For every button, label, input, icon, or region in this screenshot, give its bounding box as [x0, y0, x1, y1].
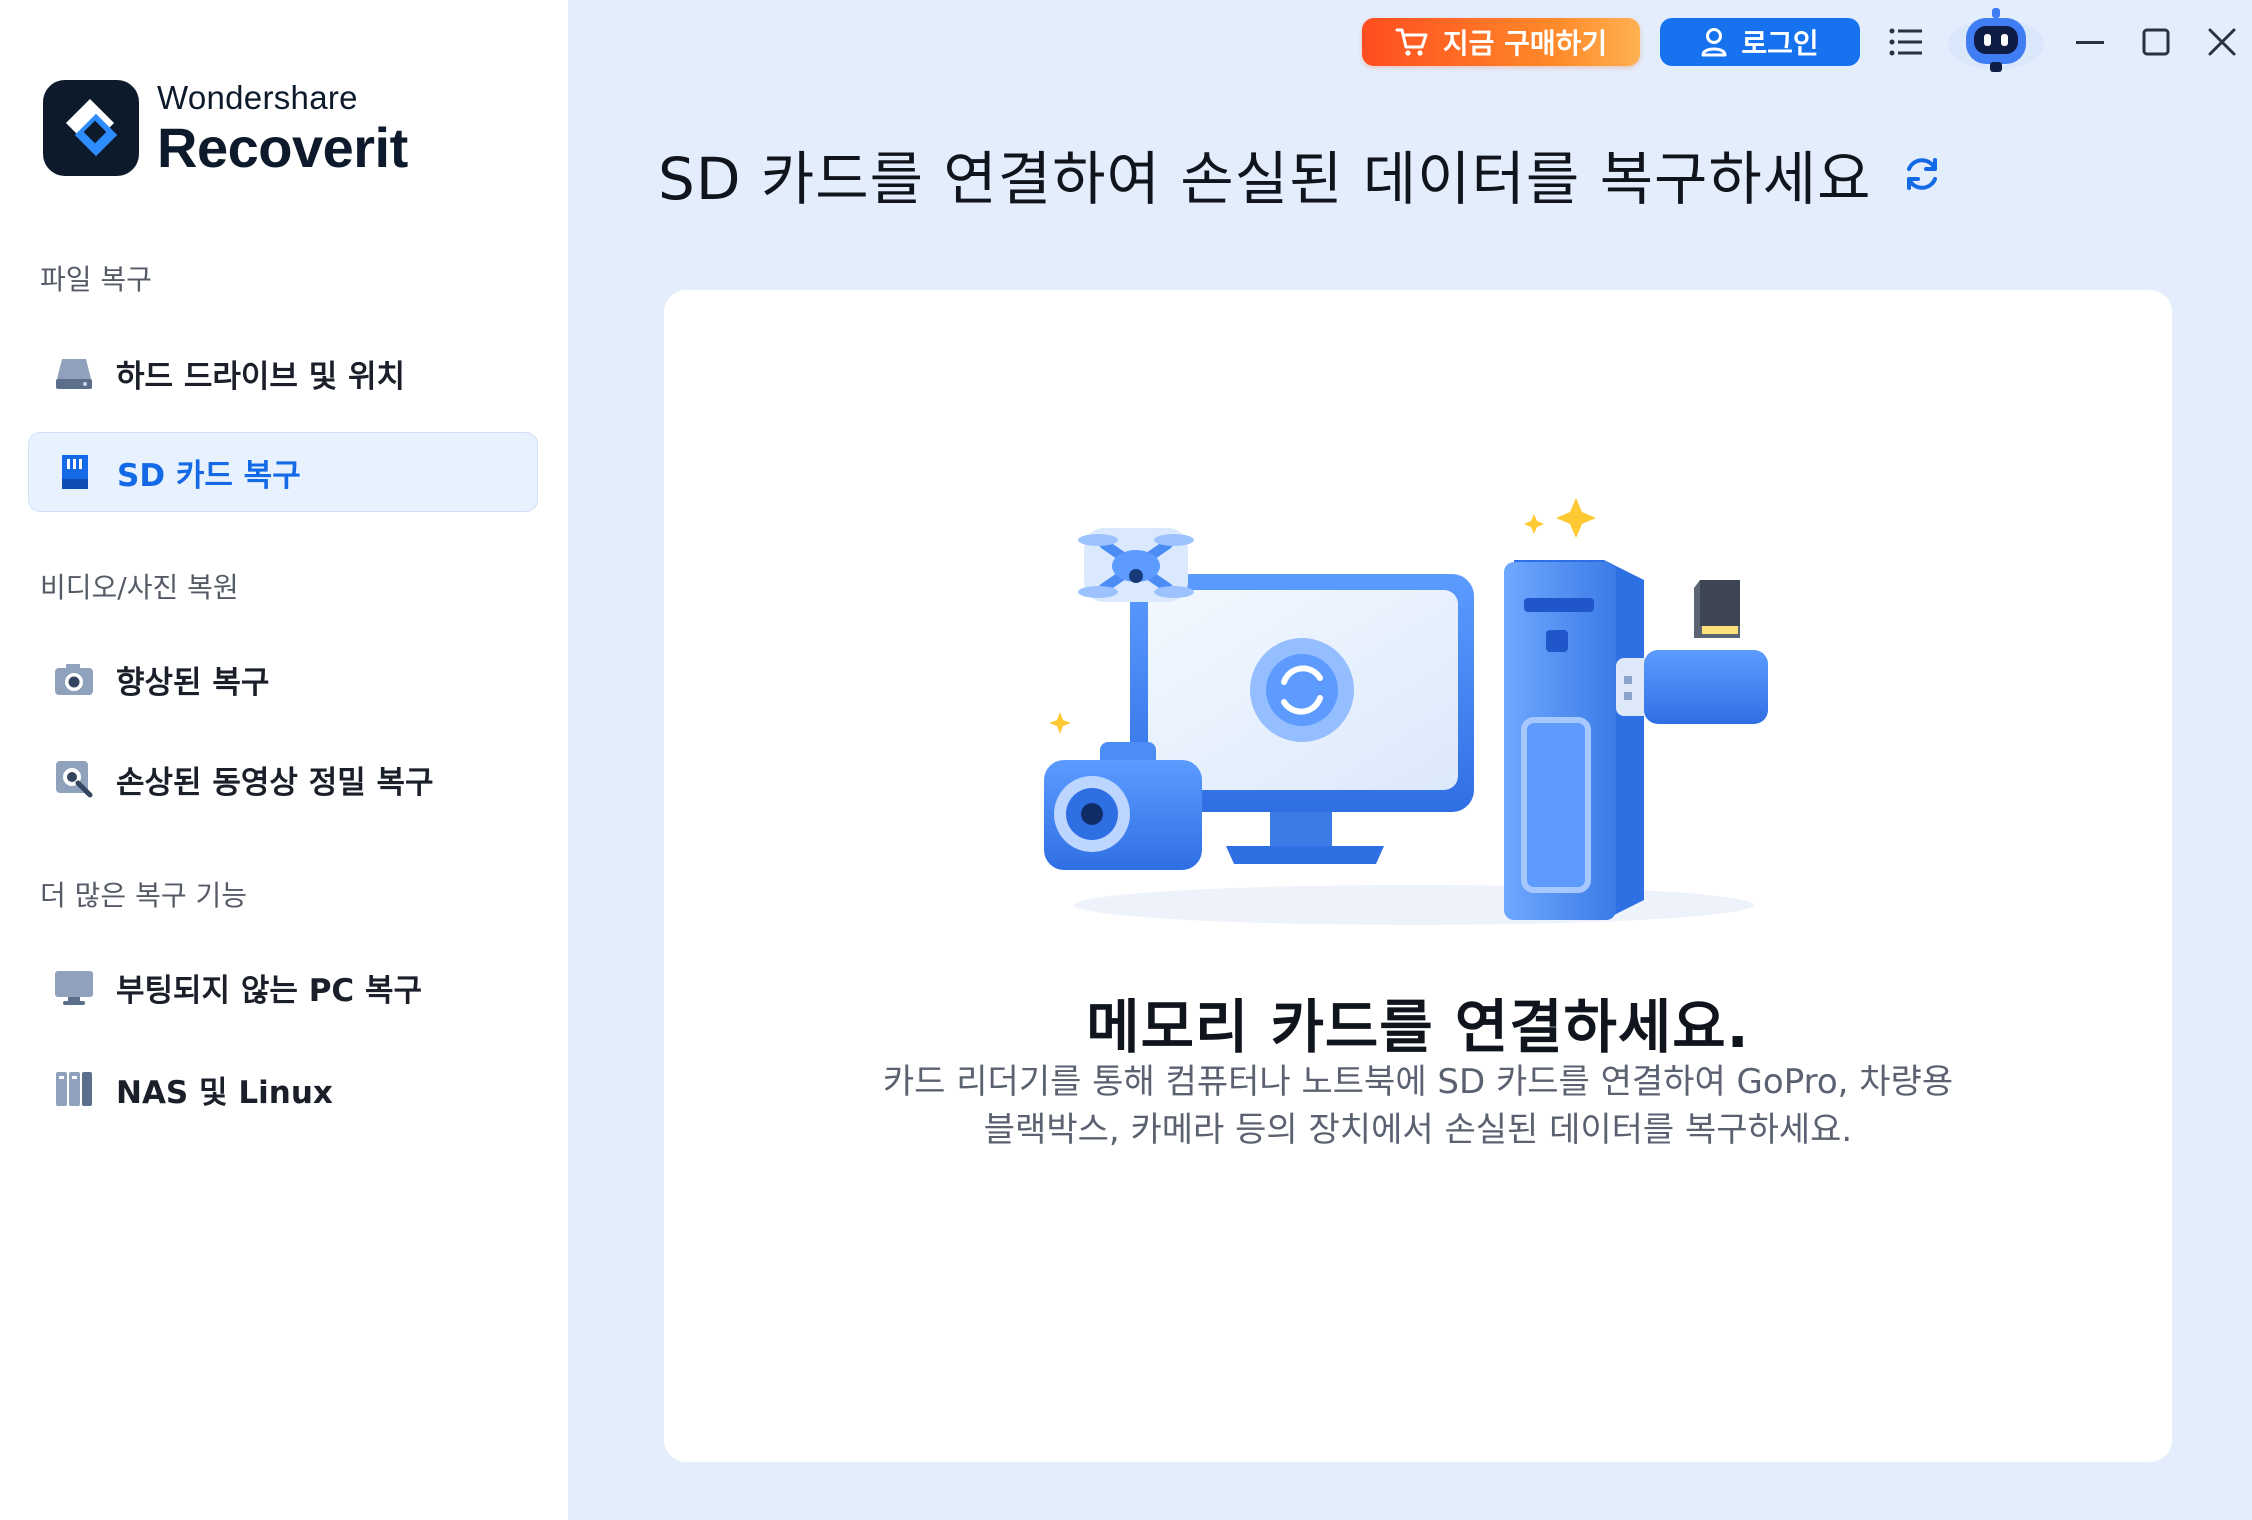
- sidebar-item-label: 부팅되지 않는 PC 복구: [116, 972, 423, 1009]
- recoverit-logo-icon: [43, 80, 139, 176]
- section-title-video-photo: 비디오/사진 복원: [40, 571, 239, 604]
- maximize-icon[interactable]: [2132, 18, 2180, 66]
- sidebar: Wondershare Recoverit 파일 복구 하드 드라이브 및 위치: [0, 0, 568, 1520]
- card-title: 메모리 카드를 연결하세요.: [1086, 993, 1750, 1061]
- sidebar-item-video-repair[interactable]: 손상된 동영상 정밀 복구: [28, 740, 536, 818]
- buy-now-label: 지금 구매하기: [1442, 27, 1608, 60]
- minimize-icon[interactable]: [2066, 18, 2114, 66]
- refresh-icon[interactable]: [1902, 154, 1942, 194]
- sidebar-item-label: 손상된 동영상 정밀 복구: [116, 764, 434, 801]
- login-button[interactable]: 로그인: [1660, 18, 1860, 66]
- sidebar-item-label: SD 카드 복구: [117, 457, 301, 494]
- monitor-icon: [54, 967, 94, 1007]
- sidebar-item-unbootable-pc[interactable]: 부팅되지 않는 PC 복구: [28, 948, 536, 1026]
- nas-icon: [54, 1069, 94, 1109]
- cart-icon: [1395, 28, 1428, 56]
- page-title-text: SD 카드를 연결하여 손실된 데이터를 복구하세요: [658, 145, 1872, 213]
- devices-illustration: [1044, 498, 1768, 925]
- section-title-file-recovery: 파일 복구: [40, 263, 152, 296]
- user-icon: [1701, 28, 1727, 57]
- sidebar-item-nas-linux[interactable]: NAS 및 Linux: [28, 1050, 536, 1128]
- connect-card: 메모리 카드를 연결하세요. 카드 리더기를 통해 컴퓨터나 노트북에 SD 카…: [664, 290, 2172, 1462]
- video-repair-icon: [54, 759, 94, 799]
- assistant-robot-icon[interactable]: [1944, 4, 2048, 76]
- sidebar-item-enhanced-recovery[interactable]: 향상된 복구: [28, 640, 536, 718]
- card-description: 카드 리더기를 통해 컴퓨터나 노트북에 SD 카드를 연결하여 GoPro, …: [784, 1058, 2052, 1154]
- close-icon[interactable]: [2198, 18, 2246, 66]
- login-label: 로그인: [1741, 27, 1819, 60]
- card-description-line-1: 카드 리더기를 통해 컴퓨터나 노트북에 SD 카드를 연결하여 GoPro, …: [882, 1062, 1954, 1102]
- brand-name: Wondershare: [157, 78, 358, 116]
- product-name: Recoverit: [157, 115, 408, 179]
- sidebar-item-hard-drive[interactable]: 하드 드라이브 및 위치: [28, 334, 536, 412]
- menu-icon[interactable]: [1882, 18, 1930, 66]
- sidebar-item-label: 향상된 복구: [116, 664, 270, 701]
- hard-drive-icon: [54, 353, 94, 393]
- buy-now-button[interactable]: 지금 구매하기: [1362, 18, 1640, 66]
- section-title-more-features: 더 많은 복구 기능: [40, 879, 248, 912]
- camera-icon: [54, 659, 94, 699]
- sidebar-item-label: 하드 드라이브 및 위치: [116, 358, 406, 395]
- app-logo: Wondershare Recoverit: [43, 80, 408, 176]
- sidebar-item-label: NAS 및 Linux: [116, 1074, 333, 1111]
- sidebar-item-sd-card[interactable]: SD 카드 복구: [28, 432, 538, 512]
- page-title: SD 카드를 연결하여 손실된 데이터를 복구하세요: [658, 132, 1942, 216]
- sd-card-icon: [55, 452, 95, 492]
- card-description-line-2: 블랙박스, 카메라 등의 장치에서 손실된 데이터를 복구하세요.: [983, 1110, 1853, 1150]
